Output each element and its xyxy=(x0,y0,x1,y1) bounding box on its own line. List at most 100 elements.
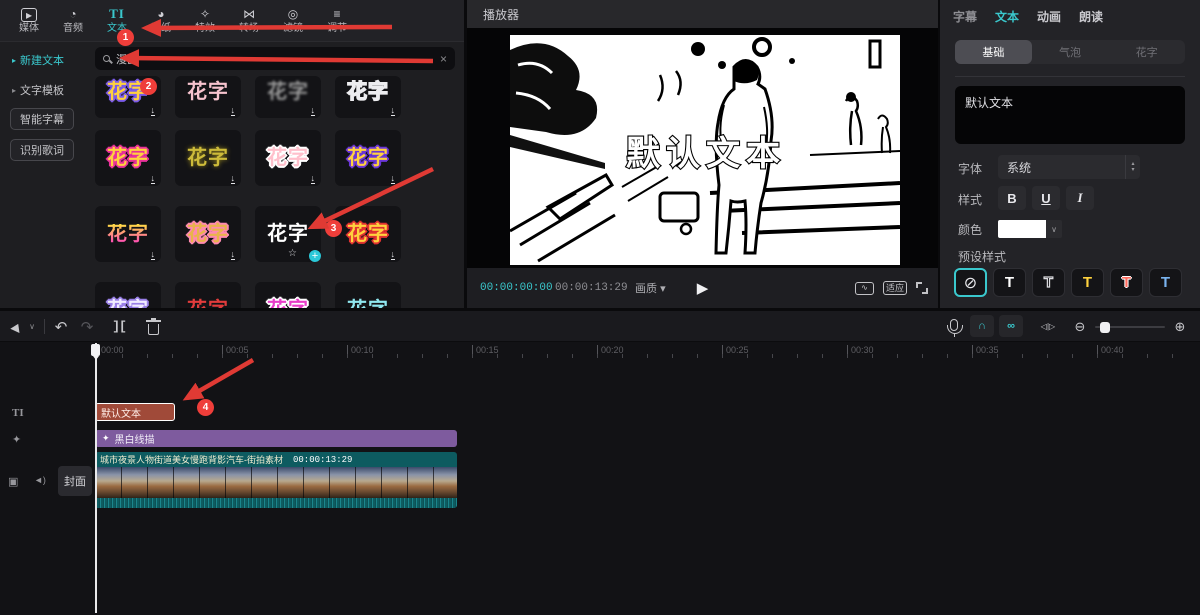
tab-caption[interactable]: 字幕 xyxy=(953,8,977,25)
timeline-ruler[interactable]: 00:00 00:05 00:10 00:15 00:20 00:25 00:3… xyxy=(0,342,1200,361)
subtab-basic[interactable]: 基础 xyxy=(955,40,1032,64)
search-box[interactable]: × xyxy=(95,47,455,70)
text-clip[interactable]: 默认文本 xyxy=(95,403,175,421)
split-button[interactable]: ][ xyxy=(108,311,130,342)
timeline-zoom-slider[interactable] xyxy=(1095,326,1165,328)
inspector-subtabs: 基础 气泡 花字 xyxy=(955,40,1185,64)
search-input[interactable] xyxy=(116,53,434,65)
select-tool[interactable]: ▶ xyxy=(6,311,26,342)
text-style-card[interactable]: 花字 ↓ xyxy=(335,206,401,262)
sidebar-item-new-text[interactable]: ▸ 新建文本 xyxy=(12,52,64,68)
toolbar-tab-sticker[interactable]: ◕ 贴纸 xyxy=(140,2,182,40)
effect-clip[interactable]: ✦ 黑白线描 xyxy=(95,430,457,447)
subtab-bubble[interactable]: 气泡 xyxy=(1032,40,1109,64)
record-voiceover-button[interactable] xyxy=(944,311,964,342)
sidebar-item-recognize-lyrics[interactable]: 识别歌词 xyxy=(10,139,74,161)
preset-none[interactable]: ⊘ xyxy=(954,268,987,297)
mute-track-icon[interactable]: ◄) xyxy=(34,475,46,485)
link-clips-toggle[interactable]: ∞ xyxy=(999,315,1023,337)
text-style-card[interactable]: 花字 ↓ xyxy=(95,206,161,262)
delete-button[interactable] xyxy=(142,311,164,342)
toolbar-tab-audio[interactable]: ◔ 音频 xyxy=(52,2,94,40)
preview-axis-toggle[interactable]: ◁|▷ xyxy=(1036,311,1060,342)
effect-icon: ✦ xyxy=(102,433,110,444)
undo-button[interactable]: ↶ xyxy=(50,311,72,342)
zoom-slider-knob[interactable] xyxy=(1100,322,1110,333)
download-icon[interactable]: ↓ xyxy=(391,174,396,185)
text-style-card[interactable]: 花字 xyxy=(335,282,401,308)
preset-outline[interactable]: T xyxy=(1032,268,1065,297)
text-style-card[interactable]: 花字 xyxy=(175,282,241,308)
zoom-in-button[interactable]: ⊕ xyxy=(1170,311,1190,342)
video-track-icon: ▣ xyxy=(8,475,18,488)
text-content-field[interactable]: 默认文本 xyxy=(955,86,1185,144)
underline-button[interactable]: U xyxy=(1032,186,1060,210)
download-icon[interactable]: ↓ xyxy=(151,106,156,117)
text-style-card[interactable]: 花字 ↓ xyxy=(175,76,241,118)
favorite-star-icon[interactable]: ☆ xyxy=(288,248,297,259)
italic-button[interactable]: I xyxy=(1066,186,1094,210)
capcut-window: ▸ 媒体 ◔ 音频 T I 文本 ◕ 贴纸 ✧ 特效 ⋈ 转场 xyxy=(0,0,1200,615)
redo-button[interactable]: ↷ xyxy=(76,311,98,342)
toolbar-tab-filters[interactable]: ◎ 滤镜 xyxy=(272,2,314,40)
tab-read-aloud[interactable]: 朗读 xyxy=(1079,8,1103,25)
clear-search-icon[interactable]: × xyxy=(440,52,447,66)
text-style-card[interactable]: 花字 ↓ xyxy=(335,130,401,186)
toolbar-tab-transitions[interactable]: ⋈ 转场 xyxy=(228,2,270,40)
bold-button[interactable]: B xyxy=(998,186,1026,210)
playhead-handle[interactable] xyxy=(91,344,100,356)
audio-icon: ◔ xyxy=(69,8,76,22)
text-style-card[interactable]: 花字 ↓ xyxy=(255,76,321,118)
text-style-card-selected[interactable]: 花字 ☆ + xyxy=(255,206,321,262)
toolbar-tab-effects[interactable]: ✧ 特效 xyxy=(184,2,226,40)
font-stepper[interactable]: ▴ ▾ xyxy=(1125,155,1140,179)
mirror-preview-icon[interactable]: ∿ xyxy=(855,282,874,295)
timeline-toolbar: ▶ ∨ ↶ ↷ ][ ∩ ∞ ◁|▷ ⊖ ⊕ xyxy=(0,311,1200,342)
color-picker[interactable]: ∨ xyxy=(998,220,1062,238)
trash-icon xyxy=(148,324,159,335)
download-icon[interactable]: ↓ xyxy=(231,250,236,261)
filters-icon: ◎ xyxy=(288,8,298,22)
preset-blue[interactable]: T xyxy=(1149,268,1182,297)
toolbar-tab-media[interactable]: ▸ 媒体 xyxy=(8,2,50,40)
add-style-icon[interactable]: + xyxy=(307,248,321,262)
download-icon[interactable]: ↓ xyxy=(151,250,156,261)
download-icon[interactable]: ↓ xyxy=(231,174,236,185)
preset-red[interactable]: T xyxy=(1110,268,1143,297)
preset-yellow[interactable]: T xyxy=(1071,268,1104,297)
adjust-icon: ≡ xyxy=(333,8,340,22)
sidebar-item-text-templates[interactable]: ▸ 文字模板 xyxy=(12,82,64,98)
preset-white[interactable]: T xyxy=(993,268,1026,297)
fit-button[interactable]: 适应 xyxy=(883,281,907,295)
text-style-card[interactable]: 花字 ↓ xyxy=(175,130,241,186)
font-dropdown[interactable]: 系统 xyxy=(998,155,1136,179)
subtab-fancy-text[interactable]: 花字 xyxy=(1108,40,1185,64)
sidebar-item-smart-captions[interactable]: 智能字幕 xyxy=(10,108,74,130)
video-clip-duration: 00:00:13:29 xyxy=(293,455,352,465)
toolbar-tab-adjust[interactable]: ≡ 调节 xyxy=(316,2,358,40)
tab-text[interactable]: 文本 xyxy=(995,8,1019,25)
zoom-out-button[interactable]: ⊖ xyxy=(1070,311,1090,342)
text-style-card[interactable]: 花字 ↓ xyxy=(95,130,161,186)
text-style-card[interactable]: 花字 ↓ xyxy=(255,130,321,186)
select-tool-chevron-icon[interactable]: ∨ xyxy=(25,311,39,342)
text-style-card[interactable]: 花字 xyxy=(255,282,321,308)
text-sidebar: ▸ 新建文本 ▸ 文字模板 智能字幕 识别歌词 xyxy=(0,42,88,308)
download-icon[interactable]: ↓ xyxy=(391,106,396,117)
download-icon[interactable]: ↓ xyxy=(311,106,316,117)
playhead-line[interactable] xyxy=(95,343,97,613)
download-icon[interactable]: ↓ xyxy=(391,250,396,261)
download-icon[interactable]: ↓ xyxy=(231,106,236,117)
text-style-card[interactable]: 花字 xyxy=(95,282,161,308)
cover-button[interactable]: 封面 xyxy=(58,466,92,496)
video-clip[interactable]: 城市夜景人物街道美女慢跑背影汽车-街拍素材 00:00:13:29 xyxy=(95,452,457,508)
auto-snap-toggle[interactable]: ∩ xyxy=(970,315,994,337)
fullscreen-icon[interactable] xyxy=(916,282,928,294)
divider xyxy=(955,76,1185,77)
text-style-card[interactable]: 花字 ↓ xyxy=(335,76,401,118)
preview-caption[interactable]: 默认文本 xyxy=(626,135,786,173)
tab-animation[interactable]: 动画 xyxy=(1037,8,1061,25)
text-style-card[interactable]: 花字 ↓ xyxy=(175,206,241,262)
download-icon[interactable]: ↓ xyxy=(151,174,156,185)
download-icon[interactable]: ↓ xyxy=(311,174,316,185)
